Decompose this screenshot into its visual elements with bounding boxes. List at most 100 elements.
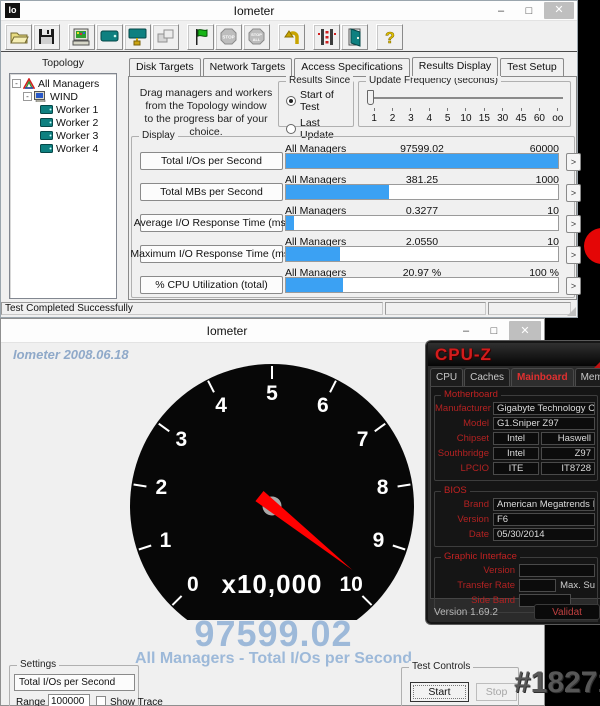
radio-icon[interactable] xyxy=(286,124,296,134)
cpuz-tab-mainboard[interactable]: Mainboard xyxy=(511,368,574,387)
expand-row-button[interactable]: > xyxy=(566,184,581,202)
start-button[interactable]: Start xyxy=(410,682,469,702)
minimize-button[interactable]: – xyxy=(488,5,514,17)
expander-icon[interactable]: - xyxy=(12,79,21,88)
metric-button-avg-response[interactable]: Average I/O Response Time (ms) xyxy=(140,214,283,232)
validate-button[interactable]: Validat xyxy=(534,604,600,620)
metric-button-cpu-utilization[interactable]: % CPU Utilization (total) xyxy=(140,276,283,294)
slider-tick-label: 5 xyxy=(438,113,456,124)
progress-bar[interactable] xyxy=(285,153,559,169)
topology-label: Topology xyxy=(9,57,117,69)
slider-tick xyxy=(402,108,420,111)
slider-tick-label: oo xyxy=(549,113,567,124)
radio-icon[interactable] xyxy=(286,96,296,106)
expand-row-button[interactable]: > xyxy=(566,153,581,171)
close-button[interactable]: ✕ xyxy=(544,2,574,19)
maximize-button[interactable]: □ xyxy=(481,325,507,337)
update-frequency-group: Update Frequency (seconds) 1234510153045… xyxy=(358,81,571,127)
metric-button-total-ios[interactable]: Total I/Os per Second xyxy=(140,152,283,170)
progress-bar[interactable] xyxy=(285,277,559,293)
save-disk-icon xyxy=(37,27,56,46)
copy-icon xyxy=(156,27,176,46)
cpuz-mainboard-panel: Motherboard ManufacturerGigabyte Technol… xyxy=(430,386,600,599)
resize-grip[interactable] xyxy=(567,307,576,316)
start-manager-button[interactable] xyxy=(68,24,95,50)
progress-bar[interactable] xyxy=(285,246,559,262)
tree-item-worker3[interactable]: Worker 3 xyxy=(10,129,116,142)
about-button[interactable]: ? xyxy=(376,24,403,50)
progress-bar[interactable] xyxy=(285,215,559,231)
radio-start-of-test[interactable]: Start of Test xyxy=(286,89,353,113)
start-disk-worker-button[interactable] xyxy=(96,24,123,50)
worker-icon xyxy=(40,131,53,140)
barrier-button[interactable] xyxy=(313,24,340,50)
gi-transfer-rate-field xyxy=(519,579,556,592)
tab-results-display[interactable]: Results Display xyxy=(412,57,498,76)
tree-item-wind[interactable]: - WIND xyxy=(10,90,116,103)
status-panel xyxy=(385,302,486,315)
cpuz-tab-caches[interactable]: Caches xyxy=(464,368,510,387)
slider-tick-label: 1 xyxy=(365,113,383,124)
show-trace-checkbox[interactable] xyxy=(96,696,106,706)
stop-all-tests-button[interactable]: STOPALL xyxy=(243,24,270,50)
reset-display-button[interactable] xyxy=(278,24,305,50)
topology-tree[interactable]: - All Managers - WIND Worker 1 Worker 2 … xyxy=(9,73,117,299)
network-worker-icon xyxy=(128,27,148,47)
stop-test-button[interactable]: STOP xyxy=(215,24,242,50)
display-group: Display All Managers97599.0260000 Total … xyxy=(131,136,575,298)
slider-tick xyxy=(420,108,438,111)
save-button[interactable] xyxy=(33,24,60,50)
tree-item-worker4[interactable]: Worker 4 xyxy=(10,142,116,155)
progress-fill xyxy=(286,216,294,230)
start-network-worker-button[interactable] xyxy=(124,24,151,50)
tab-access-specifications[interactable]: Access Specifications xyxy=(294,58,410,76)
expander-icon[interactable]: - xyxy=(23,92,32,101)
tab-network-targets[interactable]: Network Targets xyxy=(203,58,293,76)
stop-button[interactable]: Stop xyxy=(476,683,517,701)
slider-tick-label: 3 xyxy=(402,113,420,124)
iometer-app-icon: Io xyxy=(5,3,20,18)
manufacturer-field: Gigabyte Technology Co. Ltd. xyxy=(493,402,595,415)
bios-brand-field: American Megatrends Inc. xyxy=(493,498,595,511)
main-title-bar[interactable]: Io Iometer – □ ✕ xyxy=(1,1,577,21)
minimize-button[interactable]: – xyxy=(453,325,479,337)
tree-item-all-managers[interactable]: - All Managers xyxy=(10,77,116,90)
exit-button[interactable] xyxy=(341,24,368,50)
cpuz-title-bar[interactable]: CPU-Z xyxy=(428,343,600,366)
disk-worker-icon xyxy=(100,27,120,46)
gauge-needle-layer xyxy=(130,364,414,620)
expand-row-button[interactable]: > xyxy=(566,215,581,233)
tree-item-label: Worker 2 xyxy=(56,117,98,129)
open-folder-icon xyxy=(9,27,29,46)
maximize-button[interactable]: □ xyxy=(516,5,542,17)
settings-metric-button[interactable]: Total I/Os per Second xyxy=(14,674,135,691)
cpuz-tab-cpu[interactable]: CPU xyxy=(430,368,463,387)
close-button[interactable]: ✕ xyxy=(509,321,541,341)
tab-disk-targets[interactable]: Disk Targets xyxy=(129,58,201,76)
update-frequency-slider-track[interactable] xyxy=(371,97,563,99)
tree-item-label: Worker 1 xyxy=(56,104,98,116)
slider-tick xyxy=(475,108,493,111)
tab-test-setup[interactable]: Test Setup xyxy=(500,58,564,76)
metric-button-total-mbs[interactable]: Total MBs per Second xyxy=(140,183,283,201)
tree-item-label: All Managers xyxy=(38,78,99,90)
bios-date-field: 05/30/2014 xyxy=(493,528,595,541)
cpuz-logo: CPU-Z xyxy=(435,345,492,365)
tree-item-worker2[interactable]: Worker 2 xyxy=(10,116,116,129)
metric-button-max-response[interactable]: Maximum I/O Response Time (ms) xyxy=(140,245,283,263)
open-file-button[interactable] xyxy=(5,24,32,50)
red-marker xyxy=(584,228,600,264)
chipset-field: Haswell xyxy=(541,432,595,445)
progress-bar[interactable] xyxy=(285,184,559,200)
range-input[interactable]: 100000 xyxy=(48,694,90,706)
tree-item-worker1[interactable]: Worker 1 xyxy=(10,103,116,116)
expand-row-button[interactable]: > xyxy=(566,246,581,264)
update-frequency-slider-thumb[interactable] xyxy=(367,90,374,105)
expand-row-button[interactable]: > xyxy=(566,277,581,295)
cpuz-tab-strip: CPU Caches Mainboard Memory SPD G xyxy=(430,368,600,387)
range-label: Range xyxy=(16,697,45,706)
start-tests-button[interactable] xyxy=(187,24,214,50)
cpuz-tab-memory[interactable]: Memory xyxy=(575,368,600,387)
duplicate-worker-button[interactable] xyxy=(152,24,179,50)
barrier-icon xyxy=(317,27,337,47)
